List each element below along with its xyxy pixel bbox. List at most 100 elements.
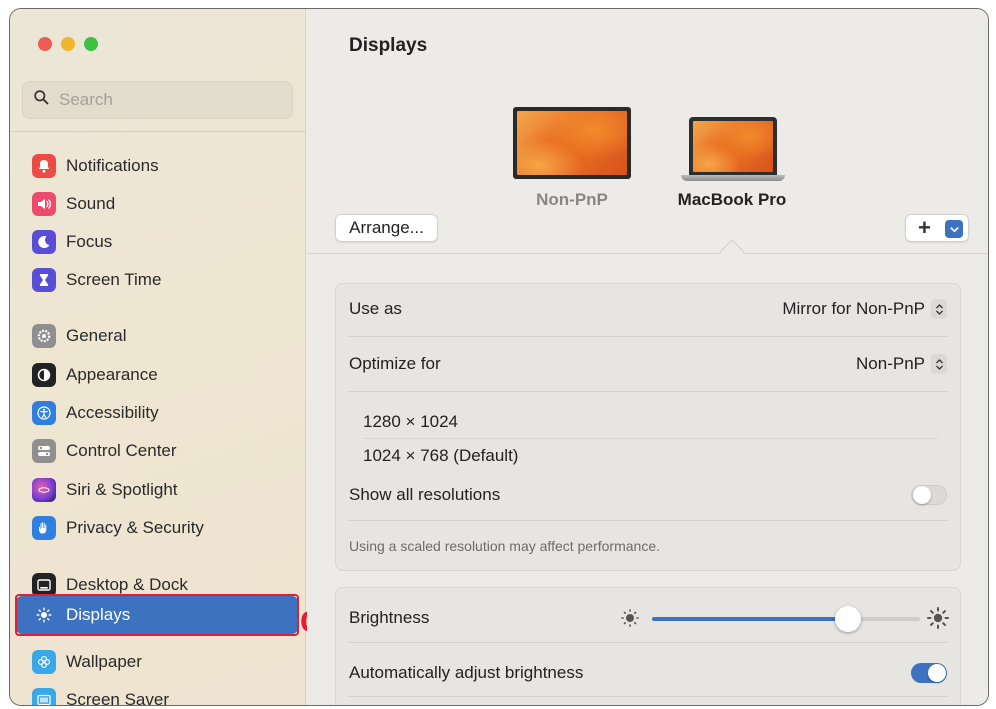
- page-title: Displays: [349, 35, 428, 56]
- hourglass-icon: [32, 268, 56, 292]
- optimize-for-popup[interactable]: Non-PnP: [856, 354, 947, 374]
- hand-icon: [32, 516, 56, 540]
- selected-display-pointer: [719, 239, 745, 265]
- row-divider: [349, 520, 947, 521]
- optimize-for-value: Non-PnP: [856, 354, 925, 373]
- resolution-option[interactable]: 1024 × 768 (Default): [363, 446, 518, 466]
- sidebar-item-label: Screen Saver: [66, 690, 169, 706]
- show-all-resolutions-label: Show all resolutions: [349, 485, 501, 504]
- sidebar-item-label: Sound: [66, 194, 116, 213]
- resolution-divider: [363, 438, 938, 439]
- use-as-popup[interactable]: Mirror for Non-PnP: [782, 299, 947, 319]
- add-display-button[interactable]: +: [905, 214, 969, 242]
- appearance-icon: [32, 363, 56, 387]
- wallpaper-preview: [693, 121, 773, 172]
- sidebar: Notifications Sound Focus Screen Time Ge…: [10, 9, 306, 705]
- sidebar-item-label: Appearance: [66, 365, 158, 384]
- row-divider: [349, 391, 947, 392]
- sidebar-item-label: Privacy & Security: [66, 518, 204, 537]
- sun-dim-icon: [618, 606, 642, 630]
- chevron-down-icon[interactable]: [945, 220, 963, 238]
- slider-fill: [652, 617, 848, 621]
- sidebar-item-screen-time[interactable]: Screen Time: [32, 263, 288, 297]
- optimize-for-row: Optimize for Non-PnP: [349, 351, 947, 377]
- sidebar-item-control-center[interactable]: Control Center: [32, 434, 288, 468]
- speaker-icon: [32, 192, 56, 216]
- sidebar-item-label: General: [66, 326, 127, 345]
- use-as-row: Use as Mirror for Non-PnP: [349, 296, 947, 322]
- laptop-base: [681, 175, 785, 181]
- sidebar-item-privacy-security[interactable]: Privacy & Security: [32, 511, 288, 545]
- plus-icon: +: [918, 215, 931, 240]
- toggle-knob: [928, 664, 946, 682]
- row-divider: [349, 696, 947, 697]
- moon-icon: [32, 230, 56, 254]
- sidebar-item-label: Displays: [66, 605, 131, 624]
- wallpaper-preview: [517, 111, 627, 175]
- sidebar-item-label: Notifications: [66, 156, 159, 175]
- settings-window: Notifications Sound Focus Screen Time Ge…: [9, 8, 989, 706]
- sidebar-item-label: Accessibility: [66, 403, 159, 422]
- sidebar-item-general[interactable]: General: [32, 319, 288, 353]
- search-input[interactable]: [59, 90, 279, 110]
- chevron-updown-icon: [931, 299, 947, 319]
- dock-icon: [32, 573, 56, 597]
- wallpaper-icon: [32, 650, 56, 674]
- external-display-label: Non-PnP: [536, 190, 608, 209]
- toggle-knob: [913, 486, 931, 504]
- display-selector-divider: [307, 253, 988, 254]
- sidebar-item-sound[interactable]: Sound: [32, 187, 288, 221]
- auto-brightness-row: Automatically adjust brightness: [349, 660, 947, 686]
- arrange-button[interactable]: Arrange...: [335, 214, 438, 242]
- zoom-button[interactable]: [84, 37, 98, 51]
- sidebar-item-label: Focus: [66, 232, 113, 251]
- main-pane: Displays Non-PnP MacBook Pro Arrange... …: [307, 9, 988, 705]
- sidebar-item-label: Desktop & Dock: [66, 575, 188, 594]
- sun-icon: [32, 603, 56, 627]
- window-controls: [38, 37, 98, 51]
- sun-bright-icon: [926, 606, 950, 630]
- row-divider: [349, 336, 947, 337]
- close-button[interactable]: [38, 37, 52, 51]
- sidebar-divider: [10, 131, 306, 132]
- sidebar-item-displays[interactable]: Displays: [16, 596, 298, 634]
- show-all-resolutions-toggle[interactable]: [911, 485, 947, 505]
- sidebar-item-screen-saver[interactable]: Screen Saver: [32, 683, 288, 706]
- brightness-slider[interactable]: [618, 606, 952, 632]
- slider-knob[interactable]: [834, 606, 861, 632]
- control-center-icon: [32, 439, 56, 463]
- auto-brightness-toggle[interactable]: [911, 663, 947, 683]
- sidebar-item-label: Screen Time: [66, 270, 162, 289]
- external-display-thumbnail[interactable]: [513, 107, 631, 179]
- use-as-label: Use as: [349, 299, 402, 318]
- slider-track[interactable]: [652, 606, 920, 632]
- bell-icon: [32, 154, 56, 178]
- row-divider: [349, 642, 947, 643]
- performance-hint: Using a scaled resolution may affect per…: [349, 538, 661, 554]
- resolution-option[interactable]: 1280 × 1024: [363, 412, 458, 432]
- sidebar-item-notifications[interactable]: Notifications: [32, 149, 288, 183]
- search-icon: [33, 89, 50, 111]
- sidebar-item-siri-spotlight[interactable]: Siri & Spotlight: [32, 473, 288, 507]
- display-settings-card: Use as Mirror for Non-PnP Optimize for N…: [335, 283, 961, 571]
- search-field[interactable]: [22, 81, 293, 119]
- builtin-display-thumbnail[interactable]: [689, 117, 777, 175]
- builtin-display-label: MacBook Pro: [677, 190, 787, 209]
- accessibility-icon: [32, 401, 56, 425]
- use-as-value: Mirror for Non-PnP: [782, 299, 925, 318]
- minimize-button[interactable]: [61, 37, 75, 51]
- gear-icon: [32, 324, 56, 348]
- siri-icon: [32, 478, 56, 502]
- brightness-card: Brightness Automatically adjust brightne…: [335, 587, 961, 705]
- sidebar-item-wallpaper[interactable]: Wallpaper: [32, 645, 288, 679]
- chevron-updown-icon: [931, 354, 947, 374]
- screen-saver-icon: [32, 688, 56, 705]
- sidebar-item-label: Wallpaper: [66, 652, 142, 671]
- auto-brightness-label: Automatically adjust brightness: [349, 663, 584, 682]
- sidebar-item-focus[interactable]: Focus: [32, 225, 288, 259]
- sidebar-item-accessibility[interactable]: Accessibility: [32, 396, 288, 430]
- sidebar-item-label: Control Center: [66, 441, 177, 460]
- optimize-for-label: Optimize for: [349, 354, 441, 373]
- sidebar-item-label: Siri & Spotlight: [66, 480, 178, 499]
- sidebar-item-appearance[interactable]: Appearance: [32, 358, 288, 392]
